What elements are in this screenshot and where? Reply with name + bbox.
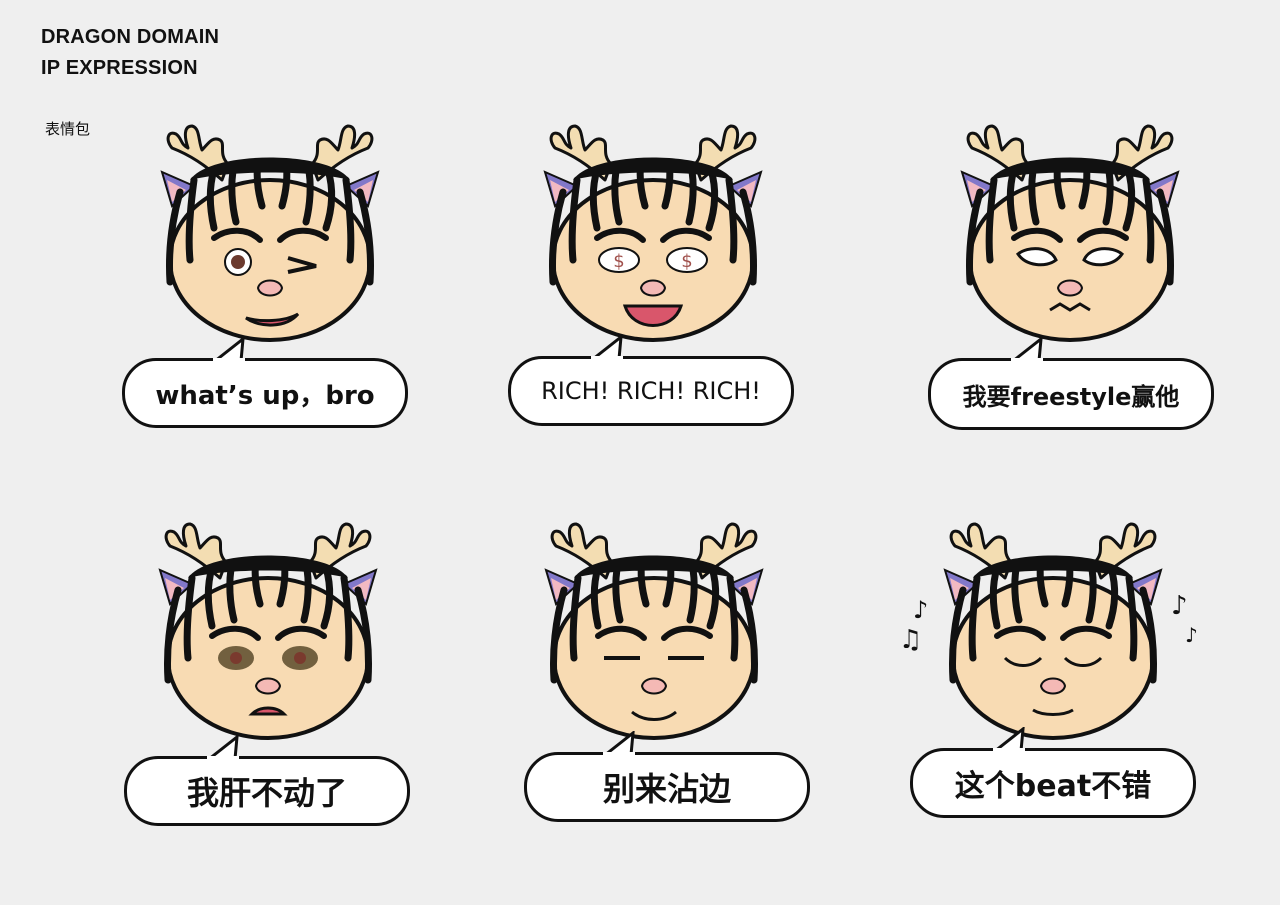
sticker-exhausted: 我肝不动了 [108,508,428,848]
bubble-tail [213,337,245,361]
bubble-tail [603,731,635,755]
title-line-1: DRAGON DOMAIN [41,26,220,48]
sticker-disdain: 别来沾边 [494,508,814,848]
svg-text:♪: ♪ [1185,623,1198,647]
svg-text:♪: ♪ [913,596,928,624]
sticker-caption: 这个beat不错 [954,769,1152,804]
dragon-face-tired-icon [158,522,378,740]
dragon-face-disdain-icon [544,522,764,740]
svg-text:$: $ [681,251,692,272]
dragon-face-money-icon: $ $ [543,124,763,342]
sticker-whats-up: what’s up，bro [110,110,430,450]
speech-bubble: 我肝不动了 [124,735,410,826]
speech-bubble: RICH! RICH! RICH! [508,335,794,426]
sticker-pack-label: 表情包 [45,120,91,138]
bubble-tail [1011,337,1043,361]
speech-bubble: what’s up，bro [122,337,408,428]
speech-bubble: 我要freestyle赢他 [928,337,1214,430]
sticker-caption: 我要freestyle赢他 [962,382,1180,411]
sticker-freestyle: 我要freestyle赢他 [910,110,1230,450]
bubble-tail [591,335,623,359]
bubble-tail [207,735,239,759]
svg-text:♫: ♫ [899,625,922,655]
sticker-caption: 别来沾边 [602,770,731,808]
svg-text:$: $ [613,251,624,272]
title-line-2: IP EXPRESSION [41,57,198,79]
dragon-face-wink-icon [160,124,380,342]
bubble-tail [993,727,1025,751]
sticker-caption: 我肝不动了 [186,774,347,812]
sticker-rich: $ $ RICH! RICH! RICH! [493,110,813,450]
speech-bubble: 这个beat不错 [910,727,1196,818]
svg-text:♪: ♪ [1171,591,1188,621]
dragon-face-angry-icon [960,124,1180,342]
speech-bubble: 别来沾边 [524,731,810,822]
page-title: DRAGON DOMAIN IP EXPRESSION [41,22,219,84]
sticker-beat: ♪ ♫ ♪ ♪ 这个beat不错 [893,508,1213,848]
sticker-caption: what’s up，bro [155,380,375,411]
sticker-caption: RICH! RICH! RICH! [541,377,761,405]
dragon-face-music-icon: ♪♫ ♪♪ [899,522,1198,740]
